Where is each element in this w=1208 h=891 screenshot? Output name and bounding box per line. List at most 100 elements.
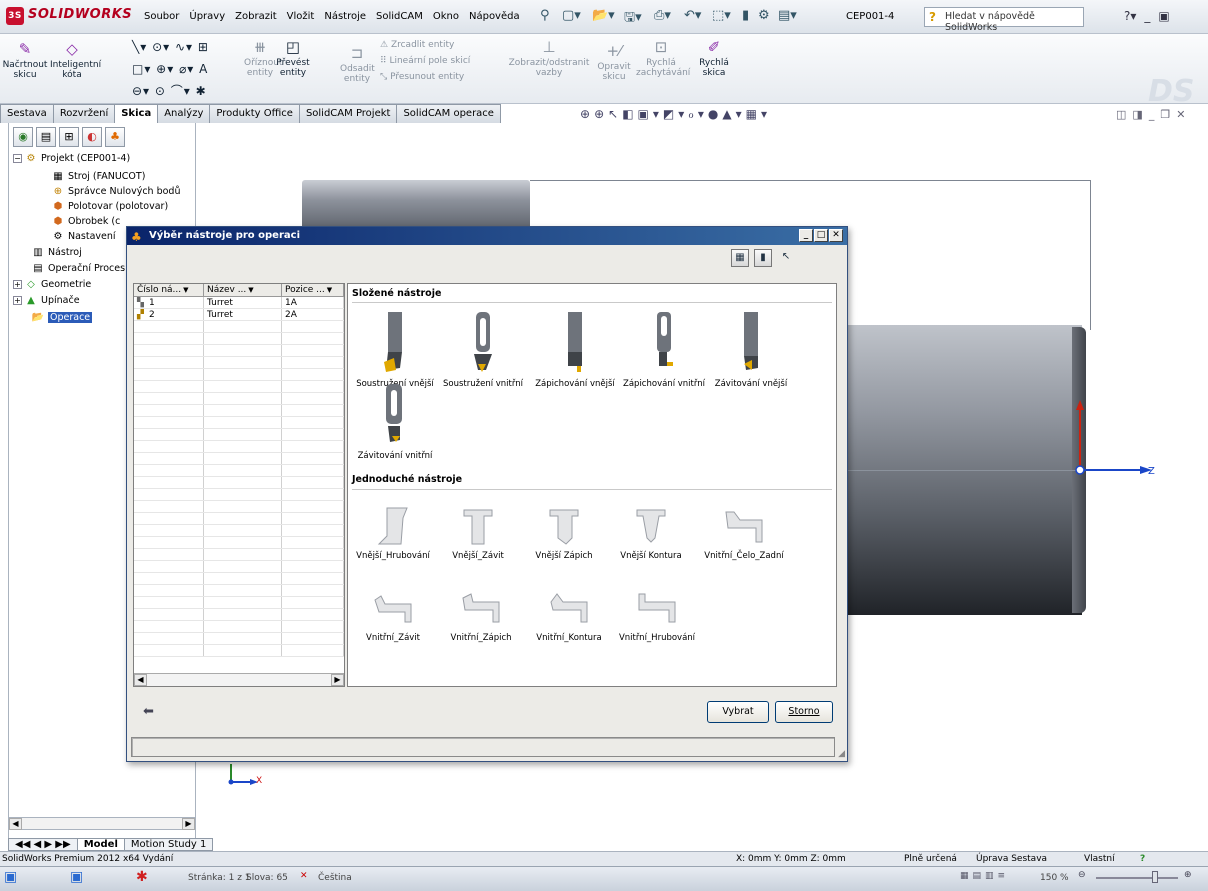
tool-external-grooving[interactable]: Zápichování vnější: [530, 310, 620, 389]
tab-model[interactable]: Model: [76, 838, 125, 851]
save-icon[interactable]: 🖫▾: [624, 8, 642, 30]
sketch-line-top[interactable]: [530, 180, 1090, 181]
slot-tools-icon[interactable]: ⊖▾ ⊙ ⌒▾ ✱: [132, 82, 207, 99]
menu-upravy[interactable]: Úpravy: [189, 11, 225, 22]
rapid-sketch-button[interactable]: ✐ Rychlá skica: [694, 38, 734, 78]
back-arrow-icon[interactable]: ⬅: [143, 704, 154, 719]
taskbar-app-icon[interactable]: ▣: [4, 869, 17, 885]
resize-grip-icon[interactable]: ◢: [838, 749, 845, 759]
tool-internal-face-back[interactable]: Vnitřní_Čelo_Zadní: [692, 506, 796, 561]
tree-node-tool[interactable]: ▥ Nástroj: [31, 247, 82, 258]
view-layout-icons[interactable]: ▦▤▥≡: [960, 871, 1009, 881]
filter-icon[interactable]: ▼: [327, 286, 332, 294]
tool-internal-thread[interactable]: Vnitřní_Závit: [348, 588, 438, 643]
viewport-close-icon[interactable]: ✕: [1176, 108, 1191, 121]
tab-solidcam-operace[interactable]: SolidCAM operace: [396, 104, 501, 123]
column-header-position[interactable]: Pozice ... ▼: [282, 284, 344, 296]
tool-table-icon[interactable]: ▦: [731, 249, 749, 267]
tree-node-process[interactable]: ▤ Operační Proces: [31, 263, 125, 274]
shape-tools-icon[interactable]: □▾ ⊕▾ ⌀▾ A: [132, 62, 208, 76]
menu-soubor[interactable]: Soubor: [144, 11, 179, 22]
status-edit-mode[interactable]: Úprava Sestava: [976, 852, 1047, 866]
tree-node-fixtures[interactable]: + ▲ Upínače: [13, 295, 80, 306]
print-icon[interactable]: ⎙▾: [654, 8, 671, 23]
configuration-tab-icon[interactable]: ⊞: [59, 127, 79, 147]
tab-nav-arrows[interactable]: ◀◀ ◀ ▶ ▶▶: [8, 838, 78, 851]
options-icon[interactable]: ⚙: [758, 8, 770, 23]
tool-external-contour[interactable]: Vnější Kontura: [610, 506, 692, 561]
tool-internal-grooving[interactable]: Zápichování vnitřní: [620, 310, 708, 389]
display-style-icon[interactable]: ◩▾: [663, 107, 688, 121]
tree-node-operations[interactable]: 📂 Operace: [31, 312, 93, 323]
expand-icon[interactable]: +: [13, 296, 22, 305]
filter-icon[interactable]: ▼: [183, 286, 188, 294]
tab-rozvrzeni[interactable]: Rozvržení: [52, 104, 116, 123]
appearance-icon[interactable]: ●: [708, 107, 722, 121]
undo-icon[interactable]: ↶▾: [684, 8, 701, 23]
close-icon[interactable]: ✕: [829, 229, 843, 242]
property-manager-tab-icon[interactable]: ▤: [36, 127, 56, 147]
line-tools-icon[interactable]: ╲▾ ⊙▾ ∿▾ ⊞: [132, 40, 209, 54]
display-tab-icon[interactable]: ◐: [82, 127, 102, 147]
help-search-input[interactable]: ? Hledat v nápovědě SolidWorks: [924, 7, 1084, 33]
collapse-icon[interactable]: −: [13, 154, 22, 163]
quick-snaps-button[interactable]: ⊡ Rychlá zachytávání: [636, 38, 690, 78]
scroll-left-icon[interactable]: ◀: [9, 818, 22, 830]
menu-vlozit[interactable]: Vložit: [287, 11, 315, 22]
tree-node-settings[interactable]: ⚙ Nastavení: [51, 231, 116, 242]
convert-button[interactable]: ◰ Převést entity: [276, 38, 310, 78]
repair-button[interactable]: +⁄ Opravit skicu: [596, 42, 632, 82]
tool-external-roughing[interactable]: Vnější_Hrubování: [348, 506, 438, 561]
tool-external-turning[interactable]: Soustružení vnější: [350, 310, 440, 389]
tool-internal-threading[interactable]: Závitování vnitřní: [350, 382, 440, 461]
zoom-fit-icon[interactable]: ⊕: [580, 107, 594, 121]
table-row[interactable]: ▚ 1 Turret 1A: [134, 297, 344, 309]
view-orientation-icon[interactable]: ▣▾: [638, 107, 663, 121]
part-small-cylinder[interactable]: [302, 180, 530, 230]
tab-motion-study[interactable]: Motion Study 1: [123, 838, 214, 851]
tree-node-project[interactable]: − ⚙ Projekt (CEP001-4): [13, 153, 130, 164]
scroll-right-icon[interactable]: ▶: [182, 818, 195, 830]
menu-napoveda[interactable]: Nápověda: [469, 11, 520, 22]
tool-holder-icon[interactable]: ▮: [754, 249, 772, 267]
minimize-icon[interactable]: _: [799, 229, 813, 242]
window-list-icon[interactable]: ▤▾: [778, 8, 797, 23]
dialog-titlebar[interactable]: ♣ Výběr nástroje pro operaci _ □ ✕: [127, 227, 847, 245]
feature-manager-tab-icon[interactable]: ◉: [13, 127, 33, 147]
select-button[interactable]: Vybrat: [707, 701, 769, 723]
tree-node-stock[interactable]: ⬢ Polotovar (polotovar): [51, 201, 169, 212]
column-header-name[interactable]: Název ... ▼: [204, 284, 282, 296]
previous-view-icon[interactable]: ↖: [608, 107, 622, 121]
tab-solidcam-projekt[interactable]: SolidCAM Projekt: [298, 104, 398, 123]
restore-icon[interactable]: ▣: [1158, 9, 1169, 23]
move-button[interactable]: ⤡ Přesunout entity: [380, 72, 464, 82]
scene-icon[interactable]: ▲▾: [722, 107, 745, 121]
tool-internal-roughing[interactable]: Vnitřní_Hrubování: [612, 588, 702, 643]
menu-okno[interactable]: Okno: [433, 11, 459, 22]
tab-analyzy[interactable]: Analýzy: [157, 104, 211, 123]
minimize-icon[interactable]: _: [1144, 9, 1150, 23]
tool-external-groove[interactable]: Vnější Zápich: [524, 506, 604, 561]
select-cursor-icon[interactable]: ⬚▾: [712, 8, 731, 23]
column-header-number[interactable]: Číslo ná... ▼: [134, 284, 204, 296]
smart-dimension-button[interactable]: ◇ Inteligentní kóta: [50, 40, 101, 80]
pin-icon[interactable]: ⚲: [540, 8, 550, 23]
trim-button[interactable]: ⧻ Oříznout entity: [244, 38, 282, 78]
heads-up-view-toolbar[interactable]: ⊕⊕↖◧▣▾◩▾ℴ▾●▲▾▦▾: [580, 107, 771, 121]
viewport-restore-icon[interactable]: ❐: [1160, 108, 1176, 121]
zoom-in-icon[interactable]: ⊕: [1184, 870, 1192, 880]
taskbar-app-icon[interactable]: ▣: [70, 869, 83, 885]
tool-external-threading[interactable]: Závitování vnější: [706, 310, 796, 389]
tree-node-machine[interactable]: ▦ Stroj (FANUCOT): [51, 171, 145, 182]
solidcam-tab-icon[interactable]: ♣: [105, 127, 125, 147]
select-tool-cursor-icon[interactable]: ↖: [777, 249, 795, 267]
tree-node-geometry[interactable]: + ◇ Geometrie: [13, 279, 91, 290]
menu-nastroje[interactable]: Nástroje: [324, 11, 366, 22]
zoom-area-icon[interactable]: ⊕: [594, 107, 608, 121]
viewport-split-icon[interactable]: ◫: [1116, 108, 1132, 121]
open-folder-icon[interactable]: 📂▾: [592, 8, 615, 23]
tree-horizontal-scrollbar[interactable]: ◀ ▶: [8, 817, 196, 830]
relations-button[interactable]: ⊥ Zobrazit/odstranit vazby: [508, 38, 590, 78]
menu-solidcam[interactable]: SolidCAM: [376, 11, 423, 22]
hide-show-icon[interactable]: ℴ▾: [688, 107, 708, 121]
